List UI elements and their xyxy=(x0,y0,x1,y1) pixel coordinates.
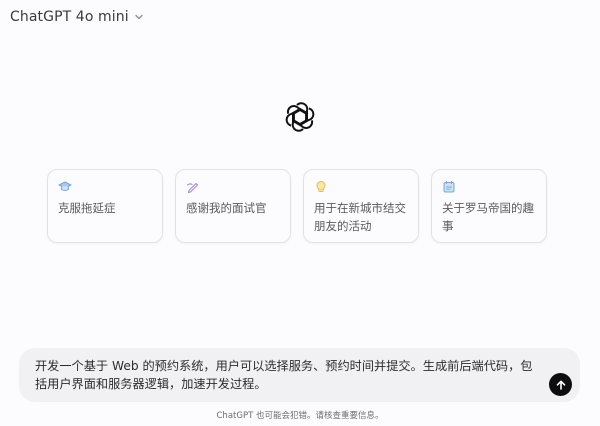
suggestion-label: 感谢我的面试官 xyxy=(186,201,267,215)
suggestion-label: 用于在新城市结交朋友的活动 xyxy=(314,201,406,233)
send-button[interactable] xyxy=(549,373,572,396)
pen-icon xyxy=(186,179,200,194)
suggestion-card-new-city-friends[interactable]: 用于在新城市结交朋友的活动 xyxy=(303,169,419,243)
chevron-down-icon xyxy=(133,11,145,23)
graduation-cap-icon xyxy=(58,179,72,193)
suggestion-label: 克服拖延症 xyxy=(58,201,116,215)
image-icon xyxy=(442,179,456,193)
model-selector[interactable]: ChatGPT 4o mini xyxy=(10,7,145,27)
suggestion-cards: 克服拖延症 感谢我的面试官 用于在新城市结交朋友的活动 关于罗马帝国的趣事 xyxy=(47,169,547,243)
suggestion-label: 关于罗马帝国的趣事 xyxy=(442,201,534,233)
arrow-up-icon xyxy=(555,379,567,391)
openai-logo-icon xyxy=(282,99,318,135)
message-input[interactable]: 开发一个基于 Web 的预约系统，用户可以选择服务、预约时间并提交。生成前后端代… xyxy=(35,357,536,393)
suggestion-card-roman-empire[interactable]: 关于罗马帝国的趣事 xyxy=(431,169,547,243)
disclaimer: ChatGPT 也可能会犯错。请核查重要信息。 xyxy=(216,411,384,421)
suggestion-card-thank-interviewer[interactable]: 感谢我的面试官 xyxy=(175,169,291,243)
suggestion-card-procrastination[interactable]: 克服拖延症 xyxy=(47,169,163,243)
lightbulb-icon xyxy=(314,179,328,193)
model-name: ChatGPT 4o mini xyxy=(10,9,129,25)
message-composer[interactable]: 开发一个基于 Web 的预约系统，用户可以选择服务、预约时间并提交。生成前后端代… xyxy=(19,348,580,402)
